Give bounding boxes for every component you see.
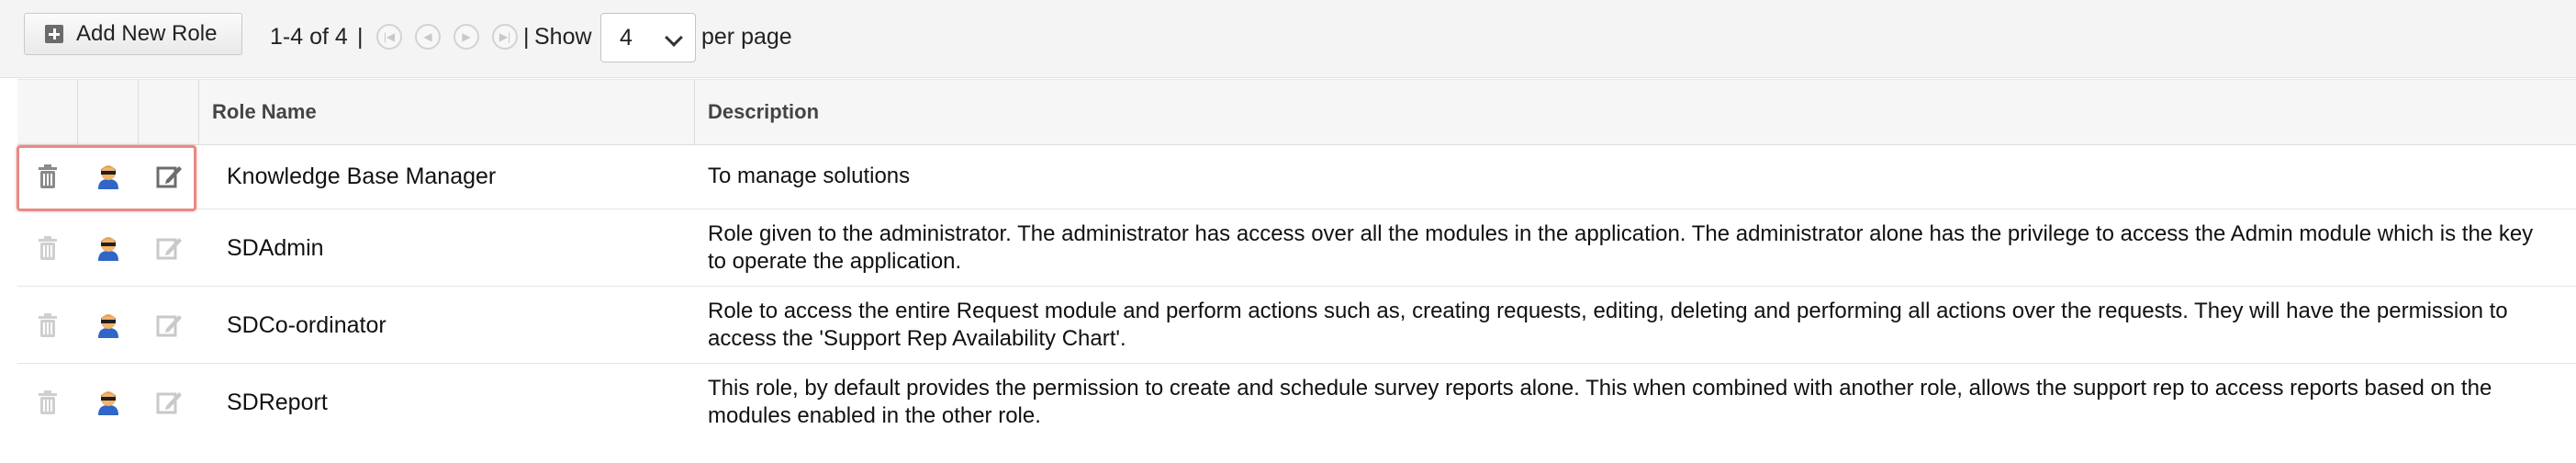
- role-name[interactable]: SDAdmin: [227, 209, 324, 287]
- last-page-icon: ▶|: [498, 30, 511, 43]
- role-description: To manage solutions: [708, 164, 911, 188]
- separator-1: |: [357, 24, 364, 50]
- chevron-down-icon: [665, 28, 683, 47]
- header-delete-col: [17, 80, 78, 144]
- table-row: SDCo-ordinator Role to access the entire…: [17, 287, 2576, 364]
- add-new-role-label: Add New Role: [76, 21, 218, 46]
- delete-button[interactable]: [17, 364, 78, 441]
- edit-icon: [156, 315, 182, 337]
- next-page-icon: ▶: [462, 30, 471, 43]
- user-button[interactable]: [78, 364, 139, 441]
- user-icon: [98, 391, 118, 415]
- prev-page-icon: ◀: [423, 30, 432, 43]
- first-page-icon: |◀: [383, 30, 396, 43]
- header-description[interactable]: Description: [695, 80, 2576, 144]
- per-page-value: 4: [620, 24, 633, 51]
- role-description: Role to access the entire Request module…: [708, 299, 2508, 351]
- edit-icon: [156, 238, 182, 260]
- edit-button[interactable]: [139, 364, 199, 441]
- per-page-label: per page: [701, 24, 792, 50]
- toolbar: Add New Role 1-4 of 4 | |◀ ◀ ▶ ▶| | Show…: [0, 0, 2576, 78]
- range-text: 1-4 of 4: [270, 24, 348, 50]
- show-label: Show: [534, 24, 592, 50]
- last-page-button[interactable]: ▶|: [492, 24, 518, 50]
- add-new-role-button[interactable]: Add New Role: [24, 13, 242, 55]
- separator-2: |: [523, 24, 530, 50]
- highlight-box: [17, 145, 196, 211]
- user-icon: [98, 237, 118, 261]
- role-description: Role given to the administrator. The adm…: [708, 221, 2534, 274]
- table-header: Role Name Description: [17, 79, 2576, 145]
- user-icon: [98, 314, 118, 338]
- header-role-name[interactable]: Role Name: [199, 80, 695, 144]
- trash-icon: [39, 313, 57, 337]
- table-row: SDAdmin Role given to the administrator.…: [17, 209, 2576, 287]
- trash-icon: [39, 236, 57, 260]
- prev-page-button[interactable]: ◀: [415, 24, 441, 50]
- edit-button[interactable]: [139, 287, 199, 364]
- edit-button[interactable]: [139, 209, 199, 287]
- first-page-button[interactable]: |◀: [376, 24, 402, 50]
- user-button[interactable]: [78, 209, 139, 287]
- edit-icon: [156, 392, 182, 414]
- delete-button[interactable]: [17, 287, 78, 364]
- role-name[interactable]: Knowledge Base Manager: [227, 143, 496, 209]
- user-button[interactable]: [78, 287, 139, 364]
- plus-square-icon: [45, 25, 63, 43]
- trash-icon: [39, 390, 57, 414]
- role-name[interactable]: SDCo-ordinator: [227, 287, 386, 364]
- per-page-select[interactable]: 4: [600, 13, 696, 62]
- role-description: This role, by default provides the permi…: [708, 376, 2492, 428]
- role-name[interactable]: SDReport: [227, 364, 328, 441]
- header-edit-col: [139, 80, 199, 144]
- delete-button[interactable]: [17, 209, 78, 287]
- table-row: SDReport This role, by default provides …: [17, 364, 2576, 441]
- header-user-col: [78, 80, 139, 144]
- next-page-button[interactable]: ▶: [454, 24, 479, 50]
- table-row: Knowledge Base Manager To manage solutio…: [17, 143, 2576, 209]
